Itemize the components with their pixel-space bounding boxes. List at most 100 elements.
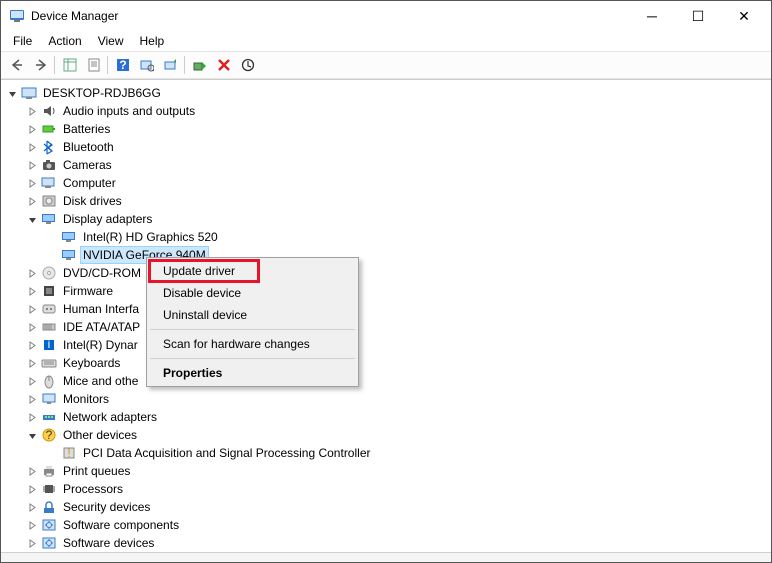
- tree-device[interactable]: ! PCI Data Acquisition and Signal Process…: [5, 444, 771, 462]
- tree-category-label: DVD/CD-ROM: [61, 265, 143, 281]
- scan-hardware-button[interactable]: [135, 54, 158, 76]
- tree-category[interactable]: Keyboards: [5, 354, 771, 372]
- expand-arrow-icon[interactable]: [25, 464, 39, 478]
- software-icon: [41, 517, 57, 533]
- tree-category-label: Computer: [61, 175, 118, 191]
- collapse-arrow-icon[interactable]: [5, 86, 19, 100]
- window-title: Device Manager: [31, 9, 629, 23]
- expand-arrow-icon[interactable]: [25, 536, 39, 550]
- expand-arrow-icon[interactable]: [25, 338, 39, 352]
- collapse-arrow-icon[interactable]: [25, 428, 39, 442]
- svg-text:i: i: [48, 337, 51, 351]
- context-menu-item[interactable]: Disable device: [149, 282, 356, 304]
- expand-arrow-icon[interactable]: [25, 356, 39, 370]
- printer-icon: [41, 463, 57, 479]
- tree-category[interactable]: Display adapters: [5, 210, 771, 228]
- dvd-icon: [41, 265, 57, 281]
- tree-root[interactable]: DESKTOP-RDJB6GG: [5, 84, 771, 102]
- status-bar: [1, 552, 771, 562]
- context-menu-item[interactable]: Update driver: [149, 260, 356, 282]
- tree-device-label: PCI Data Acquisition and Signal Processi…: [81, 445, 372, 461]
- enable-device-button[interactable]: [188, 54, 211, 76]
- menu-file[interactable]: File: [5, 32, 40, 50]
- context-menu-item[interactable]: Properties: [149, 362, 356, 384]
- menu-help[interactable]: Help: [132, 32, 173, 50]
- tree-category-label: Processors: [61, 481, 125, 497]
- window-controls: ─ ☐ ✕: [629, 1, 767, 31]
- expand-arrow-icon[interactable]: [25, 104, 39, 118]
- tree-category[interactable]: Disk drives: [5, 192, 771, 210]
- minimize-button[interactable]: ─: [629, 1, 675, 31]
- tree-category[interactable]: Batteries: [5, 120, 771, 138]
- tree-category[interactable]: i Intel(R) Dynar: [5, 336, 771, 354]
- tree-category[interactable]: Bluetooth: [5, 138, 771, 156]
- menubar: File Action View Help: [1, 31, 771, 51]
- tree-category[interactable]: Print queues: [5, 462, 771, 480]
- tree-category[interactable]: IDE ATA/ATAP: [5, 318, 771, 336]
- properties-button[interactable]: [82, 54, 105, 76]
- svg-text:?: ?: [46, 428, 53, 442]
- svg-text:!: !: [67, 446, 70, 460]
- svg-text:?: ?: [119, 58, 126, 72]
- context-menu-item[interactable]: Scan for hardware changes: [149, 333, 356, 355]
- app-icon: [9, 8, 25, 24]
- toolbar: ?: [1, 51, 771, 79]
- tree-category[interactable]: Security devices: [5, 498, 771, 516]
- tree-category[interactable]: Cameras: [5, 156, 771, 174]
- tree-category[interactable]: Software components: [5, 516, 771, 534]
- tree-category[interactable]: Monitors: [5, 390, 771, 408]
- uninstall-device-button[interactable]: [212, 54, 235, 76]
- tree-device[interactable]: Intel(R) HD Graphics 520: [5, 228, 771, 246]
- tree-category[interactable]: Mice and othe: [5, 372, 771, 390]
- tree-category[interactable]: Computer: [5, 174, 771, 192]
- show-hide-tree-button[interactable]: [58, 54, 81, 76]
- expand-arrow-icon[interactable]: [25, 374, 39, 388]
- tree-category[interactable]: DVD/CD-ROM: [5, 264, 771, 282]
- expand-arrow-icon[interactable]: [25, 194, 39, 208]
- expand-arrow-icon[interactable]: [25, 518, 39, 532]
- device-tree-panel[interactable]: DESKTOP-RDJB6GGAudio inputs and outputsB…: [1, 79, 771, 552]
- tree-category-label: Intel(R) Dynar: [61, 337, 140, 353]
- menu-view[interactable]: View: [90, 32, 132, 50]
- back-button[interactable]: [5, 54, 28, 76]
- tree-category[interactable]: Firmware: [5, 282, 771, 300]
- expand-arrow-icon[interactable]: [25, 392, 39, 406]
- expand-arrow-icon[interactable]: [25, 140, 39, 154]
- context-menu: Update driverDisable deviceUninstall dev…: [146, 257, 359, 387]
- tree-category[interactable]: Processors: [5, 480, 771, 498]
- tree-category[interactable]: Audio inputs and outputs: [5, 102, 771, 120]
- update-driver-button[interactable]: [159, 54, 182, 76]
- tree-device[interactable]: NVIDIA GeForce 940M: [5, 246, 771, 264]
- expand-arrow-icon[interactable]: [25, 482, 39, 496]
- monitor-icon: [41, 391, 57, 407]
- expand-arrow-icon[interactable]: [25, 410, 39, 424]
- tree-category-label: Batteries: [61, 121, 112, 137]
- tree-category-label: IDE ATA/ATAP: [61, 319, 142, 335]
- context-menu-item[interactable]: Uninstall device: [149, 304, 356, 326]
- expand-arrow-icon[interactable]: [25, 122, 39, 136]
- help-button[interactable]: ?: [111, 54, 134, 76]
- expand-arrow-icon[interactable]: [25, 158, 39, 172]
- tree-category[interactable]: ?Other devices: [5, 426, 771, 444]
- expand-arrow-icon[interactable]: [25, 266, 39, 280]
- expand-arrow-icon[interactable]: [25, 302, 39, 316]
- tree-category[interactable]: Human Interfa: [5, 300, 771, 318]
- expand-arrow-icon[interactable]: [25, 176, 39, 190]
- expand-arrow-icon[interactable]: [25, 320, 39, 334]
- computer-icon: [21, 85, 37, 101]
- close-button[interactable]: ✕: [721, 1, 767, 31]
- forward-button[interactable]: [29, 54, 52, 76]
- expand-arrow-icon[interactable]: [25, 284, 39, 298]
- tree-category[interactable]: Software devices: [5, 534, 771, 552]
- tree-category-label: Print queues: [61, 463, 132, 479]
- expand-arrow-icon[interactable]: [25, 500, 39, 514]
- menu-action[interactable]: Action: [40, 32, 89, 50]
- disable-device-button[interactable]: [236, 54, 259, 76]
- tree-category-label: Software devices: [61, 535, 156, 551]
- other-icon: ?: [41, 427, 57, 443]
- maximize-button[interactable]: ☐: [675, 1, 721, 31]
- tree-category[interactable]: Network adapters: [5, 408, 771, 426]
- menu-separator: [150, 358, 355, 359]
- collapse-arrow-icon[interactable]: [25, 212, 39, 226]
- tree-device-label: Intel(R) HD Graphics 520: [81, 229, 220, 245]
